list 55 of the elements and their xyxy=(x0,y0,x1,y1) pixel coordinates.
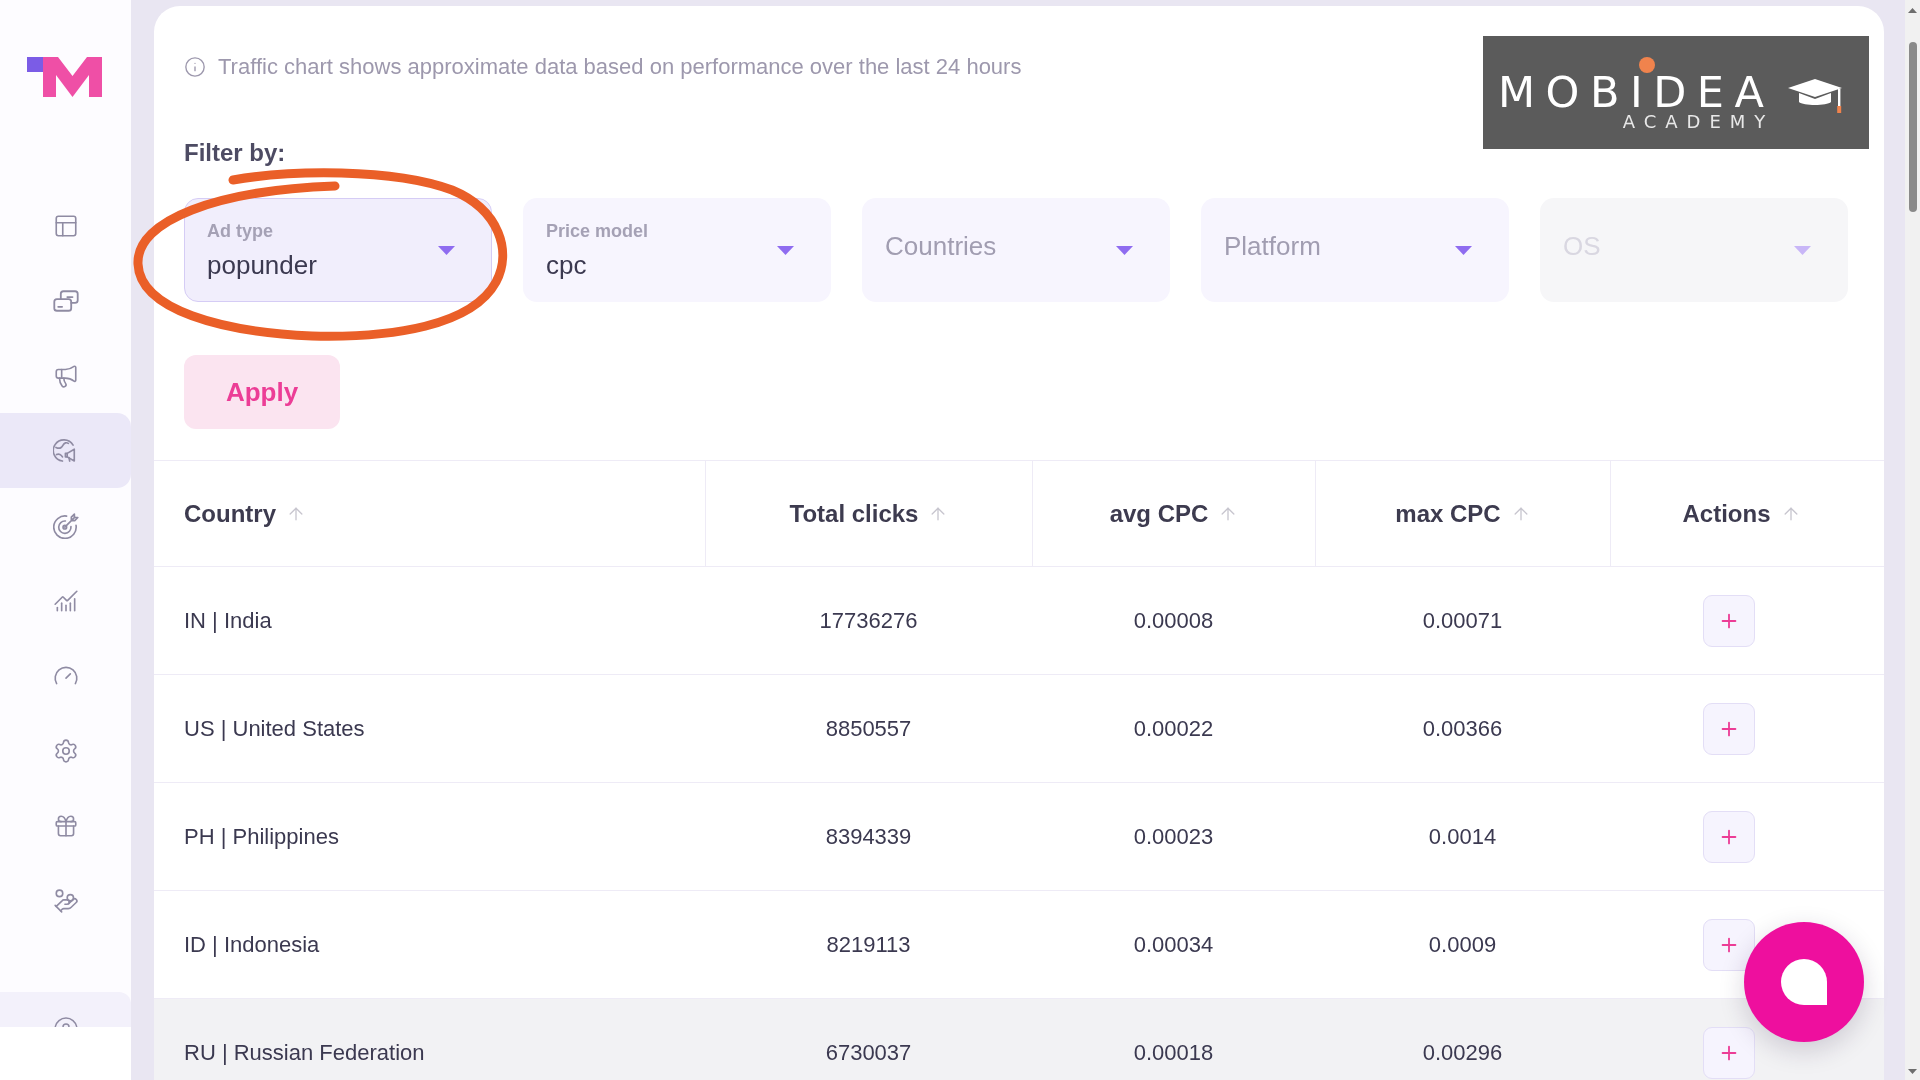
cards-icon xyxy=(52,287,79,314)
table-cell: 0.0009 xyxy=(1428,931,1497,958)
layout-icon xyxy=(52,212,79,239)
help-icon xyxy=(52,1017,79,1027)
table-cell: 0.00296 xyxy=(1422,1039,1503,1066)
table-cell: 8850557 xyxy=(825,715,912,742)
table-cell: 0.00018 xyxy=(1133,1039,1214,1066)
dropdown[interactable]: Ad type popunder xyxy=(184,198,492,302)
info-icon xyxy=(184,56,206,78)
column-header[interactable]: Actions xyxy=(1682,499,1801,528)
column-header[interactable]: max CPC xyxy=(1395,499,1531,528)
logo-icon xyxy=(27,57,102,97)
table-cell: PH | Philippines xyxy=(184,823,339,850)
caret-icon xyxy=(777,245,794,255)
table-cell: 8219113 xyxy=(826,931,911,958)
caret-icon xyxy=(1794,245,1811,255)
filter-title: Filter by: xyxy=(184,139,286,167)
dot-icon xyxy=(1639,57,1655,73)
column-header[interactable]: Country xyxy=(184,499,306,528)
table-cell: US | United States xyxy=(184,715,365,742)
gift-icon xyxy=(52,812,79,839)
megaphone-icon xyxy=(52,362,79,389)
column-header[interactable]: Total clicks xyxy=(789,499,949,528)
column-header[interactable]: avg CPC xyxy=(1109,499,1239,528)
chat-bubble-icon xyxy=(1781,959,1827,1005)
notice-text: Traffic chart shows approximate data based on performance over the last 24 hours xyxy=(218,54,1022,80)
target-arrow-icon xyxy=(52,512,79,539)
table-cell: 8394339 xyxy=(825,823,912,850)
nav-button[interactable] xyxy=(0,413,131,488)
hand-coins-icon xyxy=(52,887,79,914)
logo-tagline: ACADEMY xyxy=(1622,112,1775,132)
scroll-up-icon[interactable] xyxy=(1908,8,1917,13)
dropdown[interactable]: Price model cpc xyxy=(523,198,831,302)
scrollbar-thumb[interactable] xyxy=(1908,42,1917,212)
nav-button[interactable] xyxy=(0,992,131,1027)
add-button[interactable] xyxy=(1703,918,1755,971)
table-cell: 0.00071 xyxy=(1422,607,1503,634)
scroll-down-icon[interactable] xyxy=(1908,1069,1917,1074)
caret-icon xyxy=(438,245,455,255)
table-cell: ID | Indonesia xyxy=(184,931,320,958)
table-cell: 6730037 xyxy=(825,1039,912,1066)
caret-icon xyxy=(1455,245,1472,255)
table-cell: 0.00366 xyxy=(1422,715,1503,742)
chart-icon xyxy=(52,587,79,614)
table-cell: 17736276 xyxy=(819,607,918,634)
table-cell: IN | India xyxy=(184,607,272,634)
logo-wordmark: MOBIDEA xyxy=(1498,72,1775,112)
table-cell: 0.00008 xyxy=(1133,607,1214,634)
table-cell: 0.00034 xyxy=(1133,931,1214,958)
table-cell: RU | Russian Federation xyxy=(184,1039,425,1066)
table-cell: 0.00023 xyxy=(1133,823,1214,850)
settings-icon xyxy=(52,737,79,764)
table-cell: 0.0014 xyxy=(1428,823,1497,850)
table-cell: 0.00022 xyxy=(1133,715,1214,742)
caret-icon xyxy=(1116,245,1133,255)
